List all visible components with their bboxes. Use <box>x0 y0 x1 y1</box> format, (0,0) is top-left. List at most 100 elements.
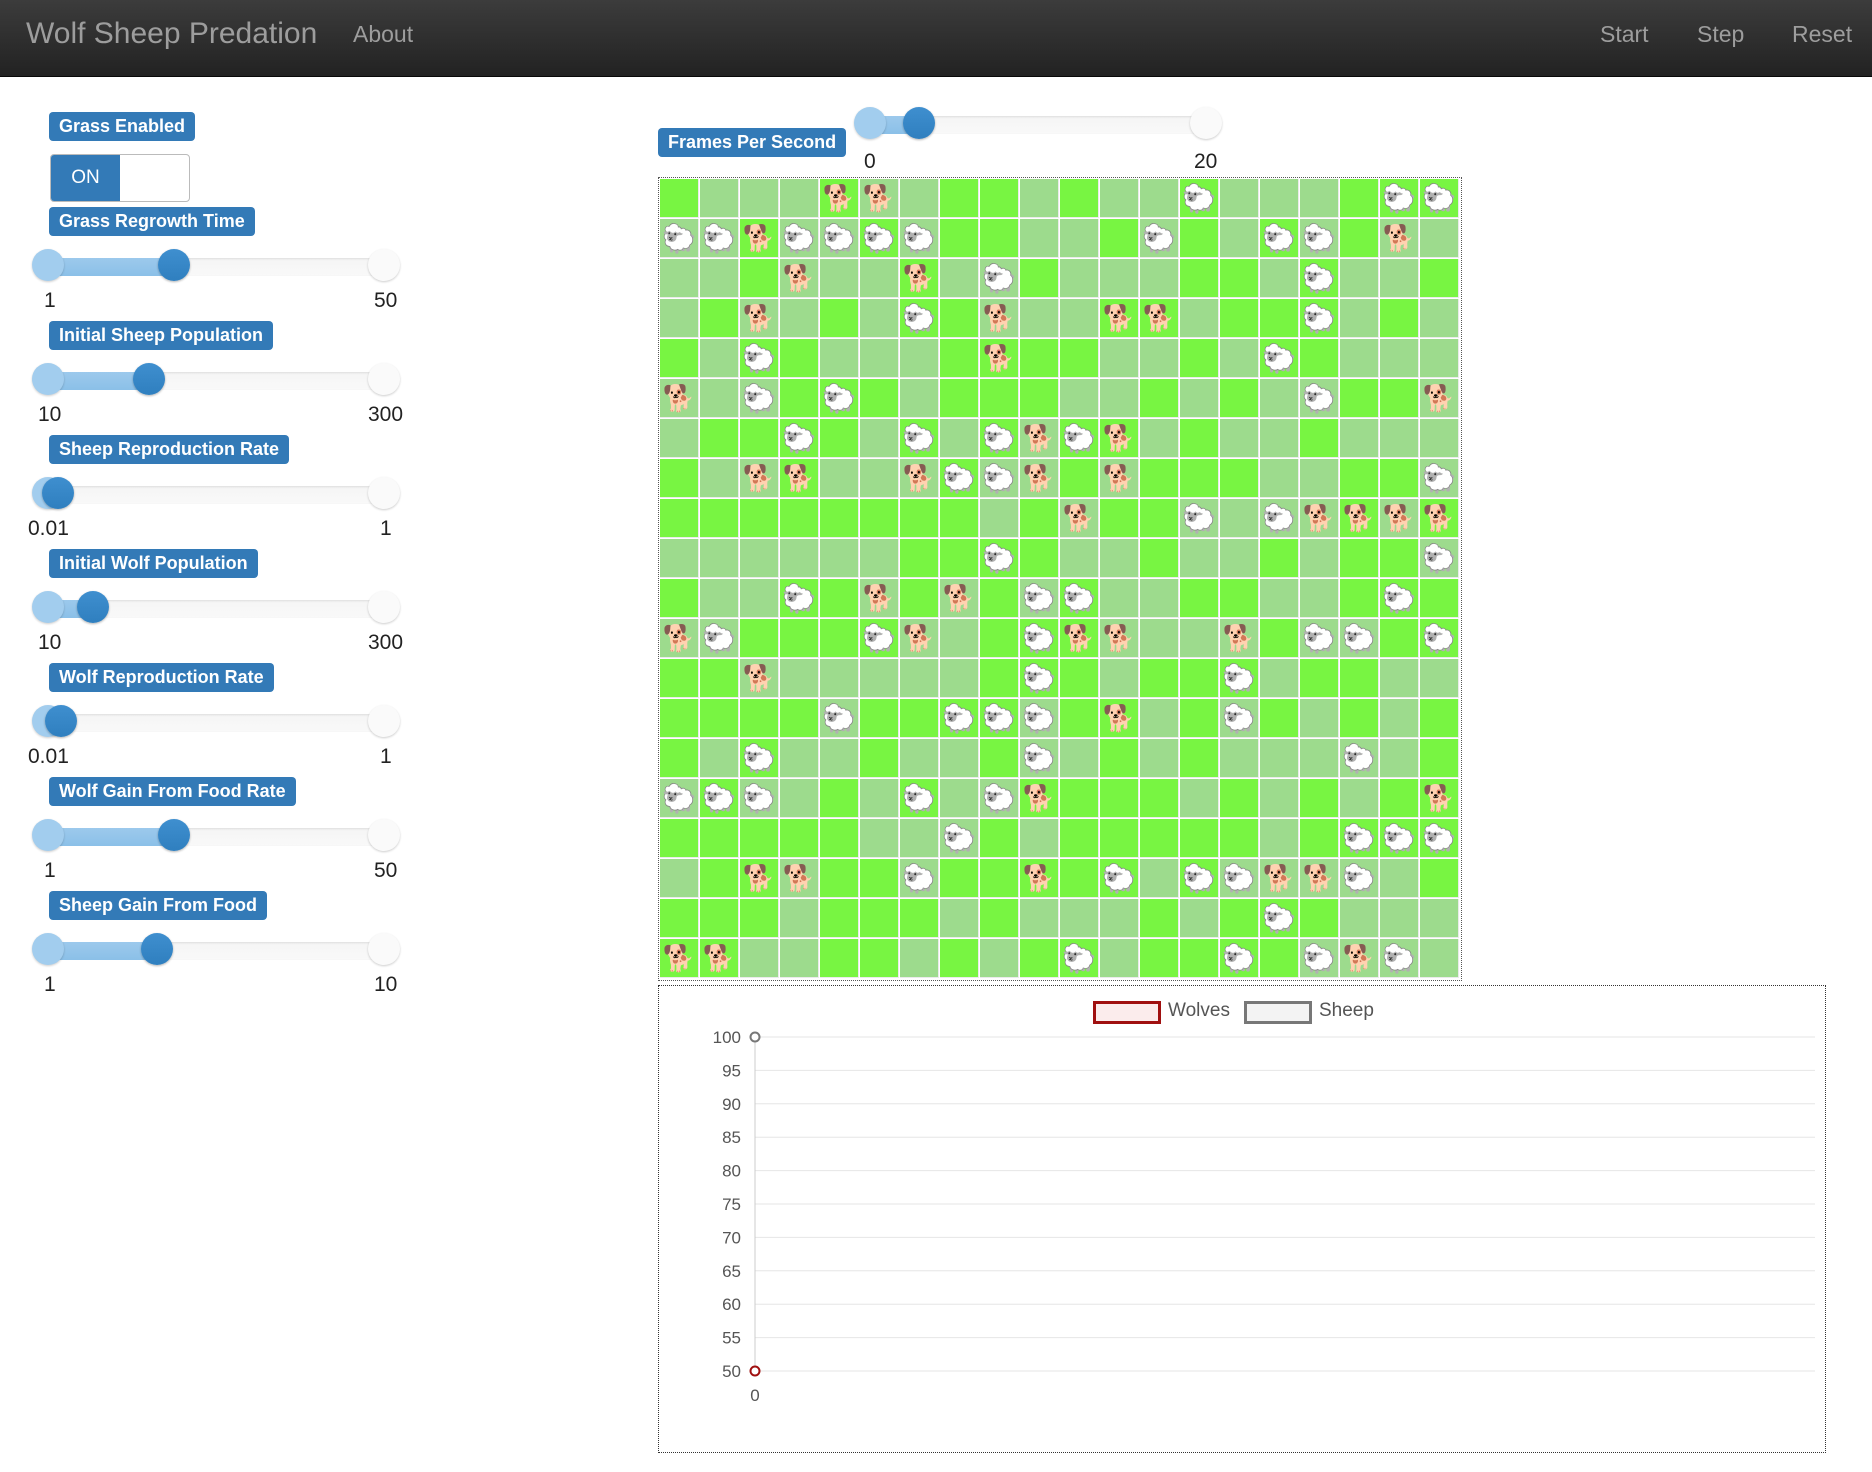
sheep-icon: 🐑 <box>1061 582 1097 614</box>
y-tick-label: 65 <box>722 1262 741 1281</box>
grid-cell: 🐑 <box>940 699 979 738</box>
grid-cell <box>1140 459 1179 498</box>
grid-cell: 🐕 <box>660 939 699 978</box>
wolf-icon: 🐕 <box>662 622 696 653</box>
grid-cell <box>1220 299 1259 338</box>
slider-handle[interactable] <box>141 933 173 965</box>
grid-cell: 🐑 <box>780 579 819 618</box>
sheep-icon: 🐑 <box>981 542 1017 574</box>
slider-handle[interactable] <box>158 249 190 281</box>
sheep-icon: 🐑 <box>1421 182 1457 214</box>
slider-max-end <box>368 477 400 509</box>
legend-sheep-swatch[interactable] <box>1244 1001 1312 1024</box>
wolf-icon: 🐕 <box>742 222 776 253</box>
y-tick-label: 75 <box>722 1195 741 1214</box>
grid-cell: 🐑 <box>1020 699 1059 738</box>
sheep-icon: 🐑 <box>741 782 777 814</box>
grass-enabled-toggle[interactable]: ON <box>50 154 190 202</box>
grid-cell: 🐑 <box>1180 859 1219 898</box>
grid-cell <box>1180 539 1219 578</box>
grid-cell <box>660 539 699 578</box>
grid-cell <box>1140 619 1179 658</box>
grid-cell: 🐑 <box>980 459 1019 498</box>
grid-cell <box>700 419 739 458</box>
fps-slider[interactable] <box>854 105 1222 145</box>
sheep-icon: 🐑 <box>1341 622 1377 654</box>
grid-cell <box>980 739 1019 778</box>
grid-cell <box>1180 339 1219 378</box>
slider-handle[interactable] <box>77 591 109 623</box>
sheep-icon: 🐑 <box>1221 702 1257 734</box>
grid-cell <box>900 579 939 618</box>
parameter-slider[interactable] <box>32 361 400 401</box>
grid-cell <box>700 459 739 498</box>
grid-cell <box>860 819 899 858</box>
grid-cell: 🐑 <box>1060 939 1099 978</box>
grid-cell <box>700 819 739 858</box>
grid-cell <box>700 859 739 898</box>
grid-cell <box>1300 779 1339 818</box>
grid-cell <box>1140 419 1179 458</box>
grid-cell: 🐕 <box>1420 779 1459 818</box>
grid-cell <box>900 819 939 858</box>
grid-cell <box>780 339 819 378</box>
sheep-icon: 🐑 <box>821 382 857 414</box>
grid-cell <box>900 739 939 778</box>
legend-wolves-swatch[interactable] <box>1093 1001 1161 1024</box>
app-title[interactable]: Wolf Sheep Predation <box>26 17 317 51</box>
slider-handle[interactable] <box>45 705 77 737</box>
slider-max-end <box>368 819 400 851</box>
grid-cell <box>1020 819 1059 858</box>
grid-cell <box>660 819 699 858</box>
slider-handle[interactable] <box>42 477 74 509</box>
grid-cell <box>1180 459 1219 498</box>
reset-button[interactable]: Reset <box>1792 21 1852 48</box>
grid-cell: 🐑 <box>980 419 1019 458</box>
slider-label: Wolf Reproduction Rate <box>49 663 274 692</box>
grid-cell <box>1220 259 1259 298</box>
slider-handle[interactable] <box>158 819 190 851</box>
slider-max-end <box>368 705 400 737</box>
grid-cell <box>940 859 979 898</box>
grid-cell <box>1060 219 1099 258</box>
grid-cell: 🐕 <box>1300 499 1339 538</box>
parameter-slider[interactable] <box>32 817 400 857</box>
grid-cell <box>700 539 739 578</box>
slider-handle[interactable] <box>903 107 935 139</box>
grid-cell <box>860 299 899 338</box>
slider-label: Initial Sheep Population <box>49 321 274 350</box>
grid-cell <box>1180 779 1219 818</box>
grass-enabled-label: Grass Enabled <box>49 112 196 141</box>
grid-cell: 🐑 <box>820 379 859 418</box>
parameter-slider[interactable] <box>32 475 400 515</box>
grid-cell: 🐑 <box>1340 859 1379 898</box>
parameter-slider[interactable] <box>32 247 400 287</box>
parameter-slider[interactable] <box>32 931 400 971</box>
about-link[interactable]: About <box>353 21 413 48</box>
grid-cell <box>860 539 899 578</box>
grid-cell <box>660 339 699 378</box>
grid-cell <box>1260 379 1299 418</box>
grid-cell <box>1220 579 1259 618</box>
grid-cell <box>1100 219 1139 258</box>
grid-cell <box>1380 859 1419 898</box>
grid-cell <box>660 659 699 698</box>
sheep-icon: 🐑 <box>1221 662 1257 694</box>
wolf-icon: 🐕 <box>822 182 856 213</box>
grid-cell <box>1100 739 1139 778</box>
y-tick-label: 80 <box>722 1162 741 1181</box>
parameter-slider[interactable] <box>32 703 400 743</box>
grid-cell: 🐑 <box>700 219 739 258</box>
parameter-slider[interactable] <box>32 589 400 629</box>
slider-label: Initial Wolf Population <box>49 549 258 578</box>
grid-cell: 🐑 <box>1220 659 1259 698</box>
grid-cell <box>660 699 699 738</box>
sheep-icon: 🐑 <box>741 342 777 374</box>
grid-cell <box>900 499 939 538</box>
start-button[interactable]: Start <box>1600 21 1649 48</box>
simulation-grid[interactable]: 🐕 🐕 🐑 🐑 🐑 🐑 🐑 🐕 🐑 🐑 🐑 🐑 🐑 🐑 🐑 🐕 🐕 🐕 🐑 🐑 🐕 🐑 🐕 🐕 🐕 🐑 🐑 🐕 🐑 🐕 🐑 🐑 🐑 🐕 🐑 🐑 🐑 🐕 🐑 🐕… <box>658 177 1462 981</box>
slider-handle[interactable] <box>133 363 165 395</box>
step-button[interactable]: Step <box>1697 21 1744 48</box>
grid-cell <box>900 939 939 978</box>
slider-min-label: 1 <box>44 289 56 312</box>
